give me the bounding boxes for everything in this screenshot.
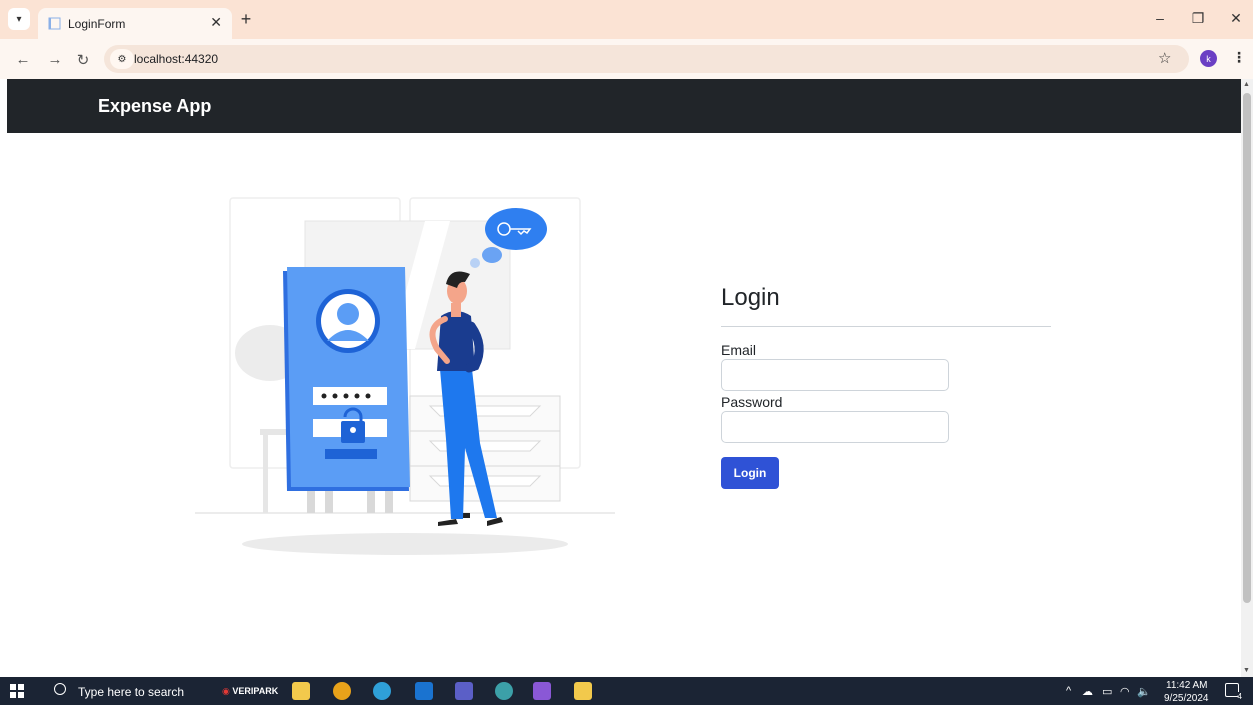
tab-search-icon[interactable]: ▾	[8, 8, 30, 30]
windows-taskbar: Type here to search ◉ VERIPARK ^ ☁ ▭ ◠ 🔈…	[0, 677, 1253, 705]
clock-date[interactable]: 9/25/2024	[1164, 693, 1209, 704]
login-form: Login Email Password Login	[721, 284, 1051, 489]
search-placeholder: Type here to search	[78, 685, 185, 699]
star-icon[interactable]: ☆	[1158, 49, 1171, 67]
chrome-icon[interactable]	[333, 682, 351, 700]
scroll-thumb[interactable]	[1243, 93, 1251, 603]
app-brand[interactable]: Expense App	[98, 96, 211, 117]
teams-icon[interactable]	[455, 682, 473, 700]
site-info-icon[interactable]: ⚙	[110, 49, 134, 69]
forward-icon[interactable]: →	[46, 51, 64, 68]
volume-icon[interactable]: 🔈	[1137, 685, 1151, 698]
onedrive-icon[interactable]: ☁	[1082, 685, 1093, 698]
password-field[interactable]	[721, 411, 949, 443]
tray-chevron-icon[interactable]: ^	[1066, 685, 1071, 697]
page-favicon	[48, 17, 61, 30]
veripark-label: VERIPARK	[232, 686, 279, 696]
snip-tool-icon[interactable]	[574, 682, 592, 700]
visual-studio-icon[interactable]	[533, 682, 551, 700]
address-bar[interactable]: ⚙ localhost:44320	[104, 45, 1189, 73]
login-heading: Login	[721, 284, 780, 311]
browser-toolbar: ← → ↻ ⚙ localhost:44320 ☆ k ⋮	[0, 39, 1253, 79]
clock-time[interactable]: 11:42 AM	[1166, 680, 1208, 691]
chrome-profile-icon[interactable]	[495, 682, 513, 700]
browser-tab-strip: ▾ LoginForm ✕ + – ❐ ✕	[0, 0, 1253, 39]
wifi-icon[interactable]: ◠	[1120, 685, 1130, 698]
edge-icon[interactable]	[373, 682, 391, 700]
veripark-mark-icon: ◉	[222, 686, 233, 696]
search-icon	[54, 683, 66, 695]
file-explorer-icon[interactable]	[292, 682, 310, 700]
browser-tab[interactable]: LoginForm ✕	[38, 8, 232, 39]
login-button[interactable]: Login	[721, 457, 779, 489]
login-divider	[721, 326, 1051, 327]
notification-count: 4	[1237, 692, 1242, 701]
profile-avatar[interactable]: k	[1200, 50, 1217, 67]
back-icon[interactable]: ←	[14, 51, 32, 68]
battery-icon[interactable]: ▭	[1102, 685, 1112, 698]
login-illustration	[195, 197, 615, 555]
taskbar-search[interactable]: Type here to search	[48, 677, 208, 705]
menu-icon[interactable]: ⋮	[1232, 49, 1246, 66]
app-navbar: Expense App	[7, 79, 1241, 133]
veripark-logo[interactable]: ◉ VERIPARK	[222, 686, 278, 697]
page-viewport: Expense App Login Email Password Login	[0, 79, 1241, 677]
reload-icon[interactable]: ↻	[74, 51, 92, 69]
windows-start-icon[interactable]	[10, 684, 24, 698]
outlook-icon[interactable]	[415, 682, 433, 700]
email-field[interactable]	[721, 359, 949, 391]
scroll-down-icon[interactable]: ▼	[1243, 667, 1250, 674]
close-icon[interactable]: ✕	[210, 14, 222, 31]
minimize-icon[interactable]: –	[1150, 10, 1170, 26]
window-close-icon[interactable]: ✕	[1226, 10, 1246, 27]
scroll-up-icon[interactable]: ▲	[1243, 81, 1250, 88]
plus-icon[interactable]: +	[236, 10, 256, 28]
restore-icon[interactable]: ❐	[1188, 10, 1208, 27]
notification-icon[interactable]: 4	[1225, 683, 1242, 701]
tab-title: LoginForm	[68, 17, 126, 31]
email-label: Email	[721, 342, 757, 358]
url-text[interactable]: localhost:44320	[134, 52, 218, 66]
password-label: Password	[721, 394, 783, 410]
page-scrollbar[interactable]: ▲ ▼	[1241, 79, 1253, 677]
